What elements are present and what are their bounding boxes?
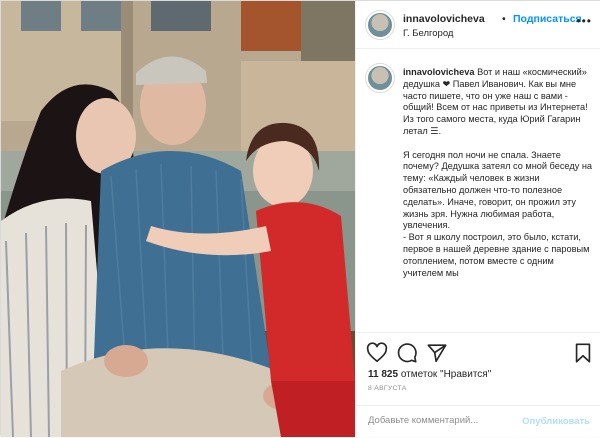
family-photo-image	[1, 1, 355, 437]
caption-paragraph-1: Вот и наш «космический» дедушка ❤ Павел …	[403, 67, 588, 136]
caption-paragraph-3: - Вот я школу построил, это было, кстати…	[403, 232, 590, 278]
more-options-icon[interactable]: •••	[576, 14, 592, 28]
comment-bar: Опубликовать	[356, 405, 600, 438]
caption-area: innavolovicheva Вот и наш «космический» …	[356, 50, 600, 332]
username-link[interactable]: innavolovicheva	[403, 13, 485, 25]
caption-avatar[interactable]	[366, 64, 394, 92]
post-actions: 11 825 отметок "Нравится" 8 августа Опуб…	[356, 332, 600, 437]
caption-text: innavolovicheva Вот и наш «космический» …	[403, 67, 593, 279]
comment-input[interactable]	[368, 415, 518, 426]
likes-number: 11 825	[368, 369, 399, 380]
avatar[interactable]	[366, 11, 394, 39]
post-sidebar: innavolovicheva • Подписаться Г. Белгоро…	[355, 1, 600, 437]
post-date[interactable]: 8 августа	[368, 385, 407, 392]
separator-dot: •	[502, 13, 506, 25]
instagram-post: innavolovicheva • Подписаться Г. Белгоро…	[0, 0, 600, 437]
follow-button[interactable]: Подписаться	[513, 13, 582, 25]
share-icon[interactable]	[426, 342, 448, 364]
location-link[interactable]: Г. Белгород	[403, 28, 453, 39]
likes-count[interactable]: 11 825 отметок "Нравится"	[368, 369, 491, 380]
publish-button[interactable]: Опубликовать	[522, 416, 590, 427]
post-header: innavolovicheva • Подписаться Г. Белгоро…	[356, 1, 600, 49]
likes-label: отметок "Нравится"	[400, 369, 492, 380]
caption-username[interactable]: innavolovicheva	[403, 67, 475, 77]
caption-paragraph-2: Я сегодня пол ночи не спала. Знаете поче…	[403, 149, 593, 231]
bookmark-icon[interactable]	[572, 342, 594, 364]
comment-icon[interactable]	[396, 342, 418, 364]
heart-icon[interactable]	[366, 342, 388, 364]
post-photo[interactable]	[1, 1, 355, 437]
